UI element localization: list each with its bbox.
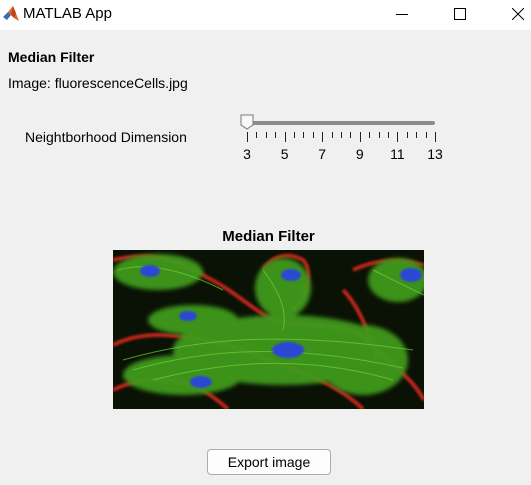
slider-tick-label: 13: [427, 146, 443, 162]
fluorescence-cells-image: [113, 250, 424, 409]
slider-minor-tick: [406, 132, 408, 138]
slider-major-tick: [359, 132, 361, 142]
slider-minor-tick: [378, 132, 380, 138]
maximize-button[interactable]: [437, 0, 483, 30]
slider-major-tick: [397, 132, 399, 142]
slider-major-tick: [247, 132, 248, 142]
slider-major-tick: [435, 132, 436, 142]
slider-minor-tick: [265, 132, 267, 138]
slider-tick-label: 9: [355, 146, 364, 162]
image-filename-label: Image: fluorescenceCells.jpg: [8, 75, 188, 91]
slider-minor-tick: [341, 132, 342, 138]
slider-thumb[interactable]: [240, 114, 254, 130]
slider-minor-tick: [331, 132, 333, 138]
title-bar: MATLAB App: [0, 0, 531, 30]
minimize-button[interactable]: [379, 0, 425, 30]
slider-minor-tick: [294, 132, 295, 138]
neighborhood-slider[interactable]: 3 5 7 9 11 13: [240, 112, 450, 164]
matlab-logo-icon: [3, 6, 19, 21]
panel-heading: Median Filter: [8, 49, 95, 65]
slider-major-tick: [284, 132, 286, 142]
slider-minor-tick: [416, 132, 418, 138]
slider-tick-label: 7: [318, 146, 327, 162]
minimize-icon: [396, 14, 408, 15]
slider-minor-tick: [275, 132, 277, 138]
filtered-image: [113, 250, 424, 409]
slider-minor-tick: [369, 132, 371, 138]
close-icon: [512, 8, 524, 20]
slider-tick-label: 3: [243, 146, 251, 162]
maximize-icon: [454, 8, 466, 20]
slider-minor-tick: [312, 132, 314, 138]
slider-minor-tick: [303, 132, 305, 138]
close-button[interactable]: [495, 0, 531, 30]
slider-minor-tick: [425, 132, 427, 138]
slider-minor-tick: [256, 132, 258, 138]
window-title: MATLAB App: [23, 5, 112, 22]
slider-minor-tick: [388, 132, 389, 138]
image-title: Median Filter: [222, 228, 315, 245]
slider-tick-label: 5: [280, 146, 289, 162]
slider-tick-label: 11: [390, 146, 405, 162]
export-image-button[interactable]: Export image: [207, 449, 331, 475]
slider-major-tick: [322, 132, 324, 142]
slider-minor-tick: [350, 132, 352, 138]
slider-track[interactable]: [250, 121, 435, 125]
slider-label: Neightborhood Dimension: [25, 129, 187, 145]
